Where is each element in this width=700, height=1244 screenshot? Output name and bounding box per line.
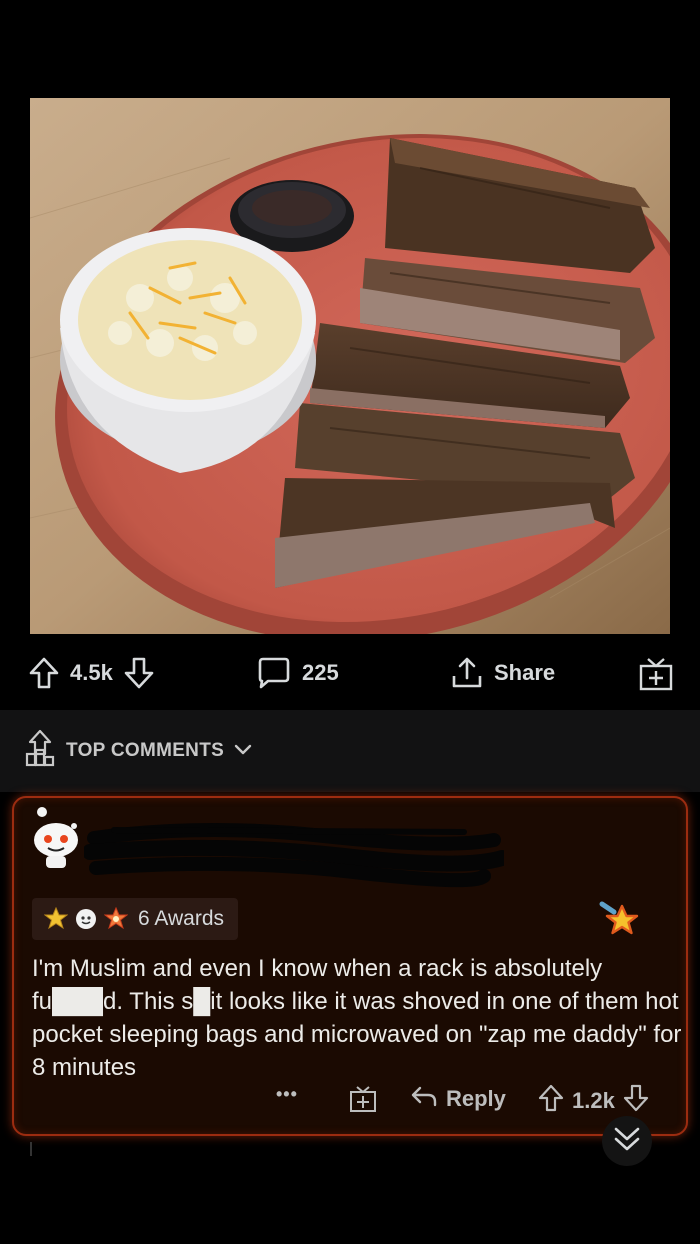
rocket-icon [24, 728, 56, 774]
sort-label: TOP COMMENTS [66, 740, 225, 761]
post-image[interactable] [30, 98, 670, 634]
reply-arrow-icon [410, 1084, 438, 1114]
comments-count: 225 [302, 660, 339, 685]
upvote-icon[interactable] [538, 1084, 564, 1118]
downvote-icon[interactable] [623, 1084, 649, 1118]
silver-award-icon [43, 906, 69, 931]
share-button[interactable]: Share [450, 656, 555, 690]
double-chevron-down-icon [612, 1125, 642, 1158]
upvote-icon[interactable] [28, 656, 60, 690]
more-label: ••• [276, 1084, 298, 1104]
award-gift-button[interactable] [638, 656, 674, 692]
gift-icon [348, 1084, 378, 1120]
comment-vote-group: 1.2k [538, 1084, 649, 1118]
star-flair-icon [598, 898, 642, 944]
comment-award-button[interactable] [348, 1084, 378, 1120]
post-action-bar: 4.5k 225 Share [0, 640, 700, 706]
awards-badge[interactable]: 6 Awards [32, 898, 238, 940]
post-vote-group: 4.5k [28, 656, 155, 690]
downvote-icon[interactable] [123, 656, 155, 690]
awards-count: 6 Awards [138, 907, 224, 930]
chevron-down-icon [234, 740, 252, 762]
thread-line [30, 1142, 32, 1156]
more-options-button[interactable]: ••• [276, 1084, 298, 1105]
collapse-comments-button[interactable] [602, 1116, 652, 1166]
comment-bubble-icon [256, 656, 292, 690]
post-vote-count: 4.5k [70, 660, 113, 685]
wholesome-award-icon [74, 907, 98, 931]
comment-body: I'm Muslim and even I know when a rack i… [32, 955, 682, 1081]
top-comment: 6 Awards I'm Muslim and even I know when… [12, 796, 688, 1136]
redacted-username [82, 818, 510, 888]
reply-button[interactable]: Reply [410, 1084, 506, 1114]
share-icon [450, 656, 484, 690]
gift-icon [638, 656, 674, 692]
share-label: Share [494, 660, 556, 685]
reply-label: Reply [446, 1086, 506, 1111]
comments-sort-bar: TOP COMMENTS [0, 710, 700, 792]
avatar[interactable] [28, 806, 84, 870]
comment-vote-count: 1.2k [572, 1088, 615, 1113]
sort-dropdown[interactable]: TOP COMMENTS [24, 728, 252, 774]
comments-button[interactable]: 225 [256, 656, 339, 690]
rocket-like-award-icon [103, 906, 129, 931]
